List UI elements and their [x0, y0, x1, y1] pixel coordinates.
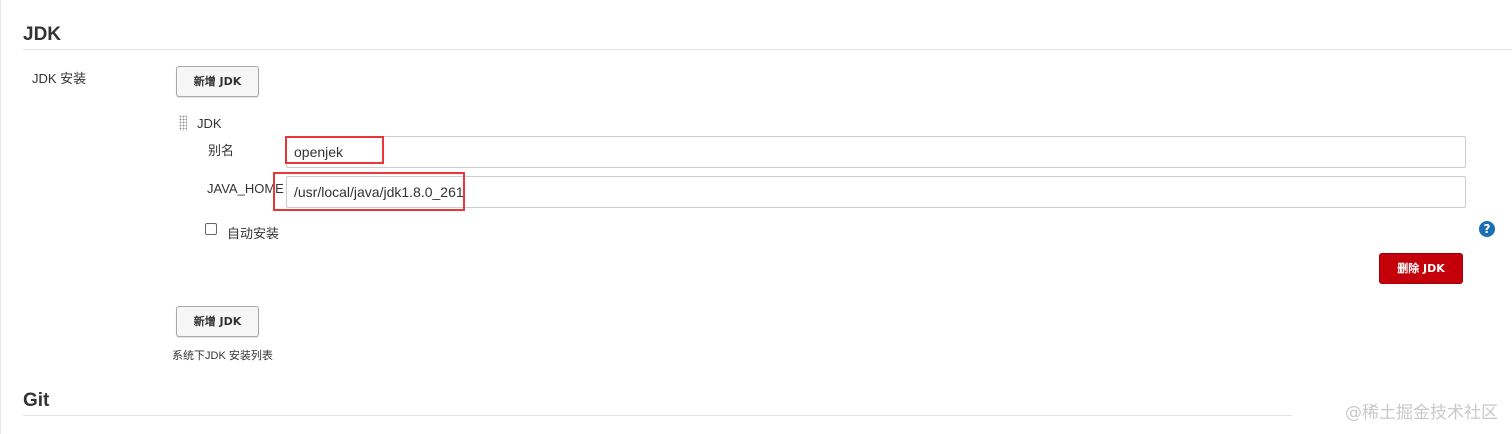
add-jdk-button-top[interactable]: 新增 JDK [176, 66, 259, 97]
auto-install-label: 自动安装 [227, 226, 280, 241]
jdk-section-title: JDK [23, 24, 62, 45]
java-home-label: JAVA_HOME [207, 181, 284, 196]
jdk-install-description: 系统下JDK 安装列表 [172, 350, 273, 362]
git-section-divider [23, 415, 1292, 416]
auto-install-checkbox[interactable] [205, 223, 217, 235]
git-section-title: Git [23, 390, 50, 411]
delete-jdk-button[interactable]: 删除 JDK [1379, 253, 1463, 284]
alias-input[interactable] [286, 136, 1466, 168]
alias-label: 别名 [208, 143, 235, 158]
add-jdk-button-bottom[interactable]: 新增 JDK [176, 306, 259, 337]
drag-handle-icon[interactable] [179, 115, 187, 131]
tool-configuration-page: JDK JDK 安装 新增 JDK JDK 别名 JAVA_HOME 自动安装 … [0, 0, 1512, 434]
java-home-input[interactable] [286, 176, 1466, 208]
help-icon[interactable]: ? [1479, 221, 1495, 237]
jdk-install-label: JDK 安装 [32, 71, 87, 86]
jdk-item-header: JDK [197, 116, 222, 131]
watermark-text: @稀土掘金技术社区 [1345, 403, 1498, 423]
jdk-section-divider [23, 49, 1512, 50]
